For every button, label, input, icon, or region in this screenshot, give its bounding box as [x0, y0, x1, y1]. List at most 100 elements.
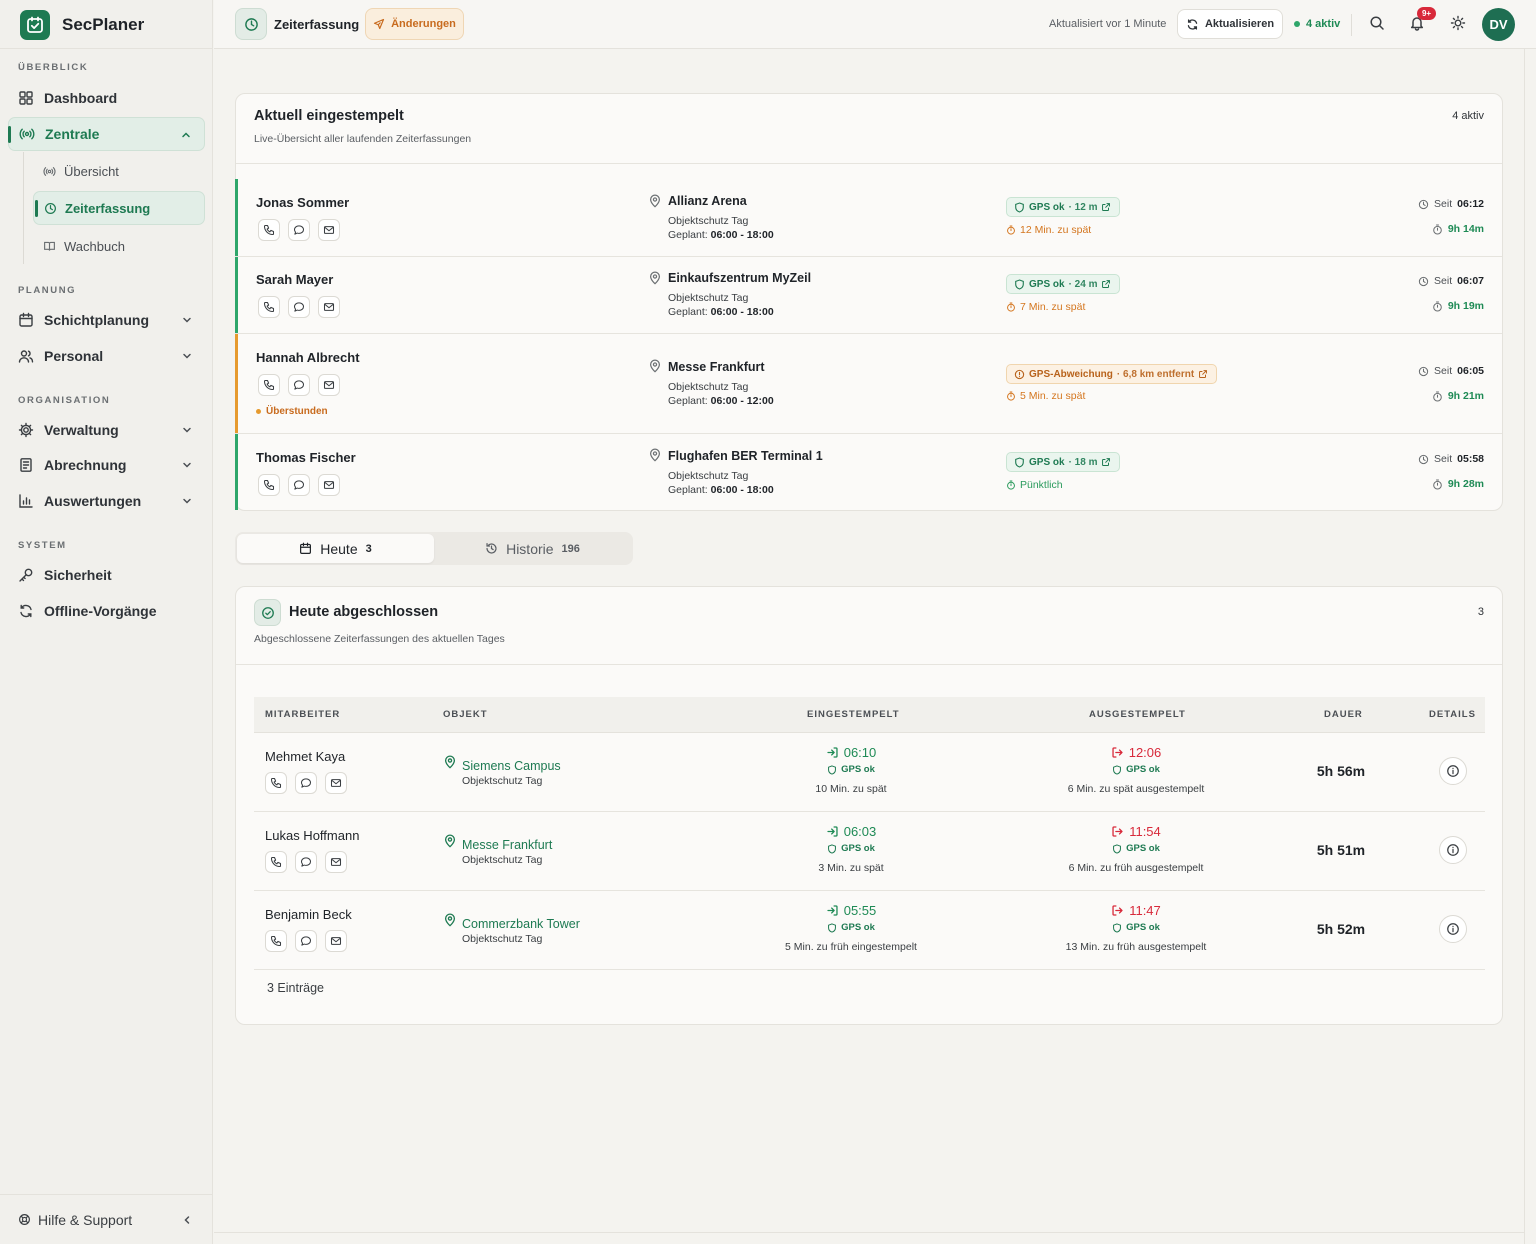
planned-label: Geplant:	[668, 229, 708, 241]
sidebar-item-auswertungen[interactable]: Auswertungen	[8, 484, 205, 518]
refresh-button[interactable]: Aktualisieren	[1177, 9, 1283, 39]
active-row[interactable]: Jonas Sommer Allianz Arena Objektschutz …	[235, 179, 1502, 256]
details-button[interactable]	[1439, 836, 1467, 864]
column-header-duration[interactable]: DAUER	[1324, 709, 1363, 720]
late-label: 12 Min. zu spät	[1020, 224, 1092, 236]
phone-button[interactable]	[258, 296, 280, 318]
sidebar-item-dashboard[interactable]: Dashboard	[8, 81, 205, 115]
table-row[interactable]: Lukas Hoffmann Messe Frankfurt Objektsch…	[254, 812, 1485, 891]
sidebar-item-sicherheit[interactable]: Sicherheit	[8, 558, 205, 592]
message-button[interactable]	[295, 772, 317, 794]
sidebar-subitem-wachbuch[interactable]: Wachbuch	[33, 229, 205, 263]
sidebar-item-offline[interactable]: Offline-Vorgänge	[8, 594, 205, 628]
avatar[interactable]: DV	[1482, 8, 1515, 41]
chevron-down-icon[interactable]	[181, 459, 193, 471]
running-duration: 9h 19m	[1432, 300, 1484, 312]
message-button[interactable]	[288, 474, 310, 496]
chevron-down-icon[interactable]	[181, 314, 193, 326]
tab-today[interactable]: Heute 3	[237, 534, 434, 563]
map-pin-icon	[650, 271, 660, 285]
object-link[interactable]: Messe Frankfurt	[462, 838, 552, 852]
table-row[interactable]: Mehmet Kaya Siemens Campus Objektschutz …	[254, 733, 1485, 812]
mail-button[interactable]	[325, 772, 347, 794]
planned-value: 06:00 - 12:00	[710, 395, 774, 407]
sidebar-item-label: Personal	[44, 348, 104, 364]
search-icon[interactable]	[1369, 15, 1385, 31]
row-accent-warning	[235, 334, 238, 433]
active-row[interactable]: Thomas Fischer Flughafen BER Terminal 1 …	[235, 434, 1502, 510]
sun-icon[interactable]	[1450, 15, 1466, 31]
changes-button[interactable]: Änderungen	[365, 8, 464, 40]
chevron-down-icon[interactable]	[181, 424, 193, 436]
message-button[interactable]	[295, 930, 317, 952]
table-row[interactable]: Benjamin Beck Commerzbank Tower Objektsc…	[254, 891, 1485, 970]
timer-icon	[1007, 391, 1015, 401]
tab-count: 196	[561, 542, 580, 555]
phone-button[interactable]	[258, 474, 280, 496]
phone-button[interactable]	[258, 374, 280, 396]
running-duration: 9h 28m	[1432, 478, 1484, 490]
mail-icon	[323, 303, 335, 311]
active-row[interactable]: Hannah Albrecht Überstunden Messe Frankf…	[235, 334, 1502, 433]
employee-name: Jonas Sommer	[256, 195, 350, 210]
since-value: 06:05	[1457, 365, 1484, 377]
column-header-in[interactable]: EINGESTEMPELT	[807, 709, 900, 720]
gps-status[interactable]: GPS ok · 24 m	[1006, 274, 1121, 294]
sidebar-subitem-uebersicht[interactable]: Übersicht	[33, 154, 205, 188]
mail-button[interactable]	[325, 930, 347, 952]
card-title: Aktuell eingestempelt	[254, 108, 404, 124]
message-button[interactable]	[288, 219, 310, 241]
mail-button[interactable]	[318, 374, 340, 396]
tab-history[interactable]: Historie 196	[434, 534, 631, 563]
message-button[interactable]	[288, 374, 310, 396]
brand[interactable]: SecPlaner	[20, 10, 144, 40]
gps-label: GPS ok	[841, 764, 875, 775]
sidebar-item-zentrale[interactable]: Zentrale	[8, 117, 205, 151]
scrollbar[interactable]	[1524, 49, 1536, 1244]
gps-status[interactable]: GPS ok · 18 m	[1006, 452, 1121, 472]
column-header-employee[interactable]: MITARBEITER	[265, 709, 340, 720]
message-button[interactable]	[295, 851, 317, 873]
phone-button[interactable]	[258, 219, 280, 241]
help-support[interactable]: Hilfe & Support	[0, 1194, 213, 1244]
column-header-object[interactable]: OBJEKT	[443, 709, 488, 720]
object-link[interactable]: Commerzbank Tower	[462, 917, 580, 931]
chevron-down-icon[interactable]	[181, 495, 193, 507]
details-button[interactable]	[1439, 915, 1467, 943]
status-dot	[1294, 21, 1300, 27]
chevron-left-icon[interactable]	[181, 1214, 193, 1226]
timer-icon	[1007, 302, 1015, 312]
column-header-out[interactable]: AUSGESTEMPELT	[1089, 709, 1186, 720]
gps-status: GPS ok	[827, 843, 875, 854]
chevron-up-icon[interactable]	[180, 129, 192, 141]
view-tabs: Heute 3 Historie 196	[235, 532, 633, 565]
gps-status[interactable]: GPS-Abweichung · 6,8 km entfernt	[1006, 364, 1218, 384]
sidebar-item-personal[interactable]: Personal	[8, 339, 205, 373]
sidebar-item-abrechnung[interactable]: Abrechnung	[8, 448, 205, 482]
sidebar-item-schichtplanung[interactable]: Schichtplanung	[8, 303, 205, 337]
sidebar-subitem-zeiterfassung[interactable]: Zeiterfassung	[33, 191, 205, 225]
object-link[interactable]: Siemens Campus	[462, 759, 561, 773]
gps-status[interactable]: GPS ok · 12 m	[1006, 197, 1121, 217]
mail-button[interactable]	[325, 851, 347, 873]
chevron-down-icon[interactable]	[181, 350, 193, 362]
mail-button[interactable]	[318, 474, 340, 496]
card-subtitle: Abgeschlossene Zeiterfassungen des aktue…	[254, 633, 505, 645]
mail-button[interactable]	[318, 296, 340, 318]
phone-button[interactable]	[265, 772, 287, 794]
since-label: Seit	[1434, 275, 1453, 287]
mail-button[interactable]	[318, 219, 340, 241]
phone-button[interactable]	[265, 930, 287, 952]
phone-button[interactable]	[265, 851, 287, 873]
send-icon	[374, 18, 385, 30]
broadcast-icon	[43, 166, 56, 176]
details-button[interactable]	[1439, 757, 1467, 785]
shield-icon	[1113, 922, 1122, 933]
active-row[interactable]: Sarah Mayer Einkaufszentrum MyZeil Objek…	[235, 257, 1502, 333]
employee-name: Hannah Albrecht	[256, 350, 360, 365]
late-status: 7 Min. zu spät	[1006, 301, 1085, 313]
sidebar-item-verwaltung[interactable]: Verwaltung	[8, 413, 205, 447]
contact-actions	[258, 219, 340, 241]
location-name: Allianz Arena	[668, 194, 747, 208]
message-button[interactable]	[288, 296, 310, 318]
